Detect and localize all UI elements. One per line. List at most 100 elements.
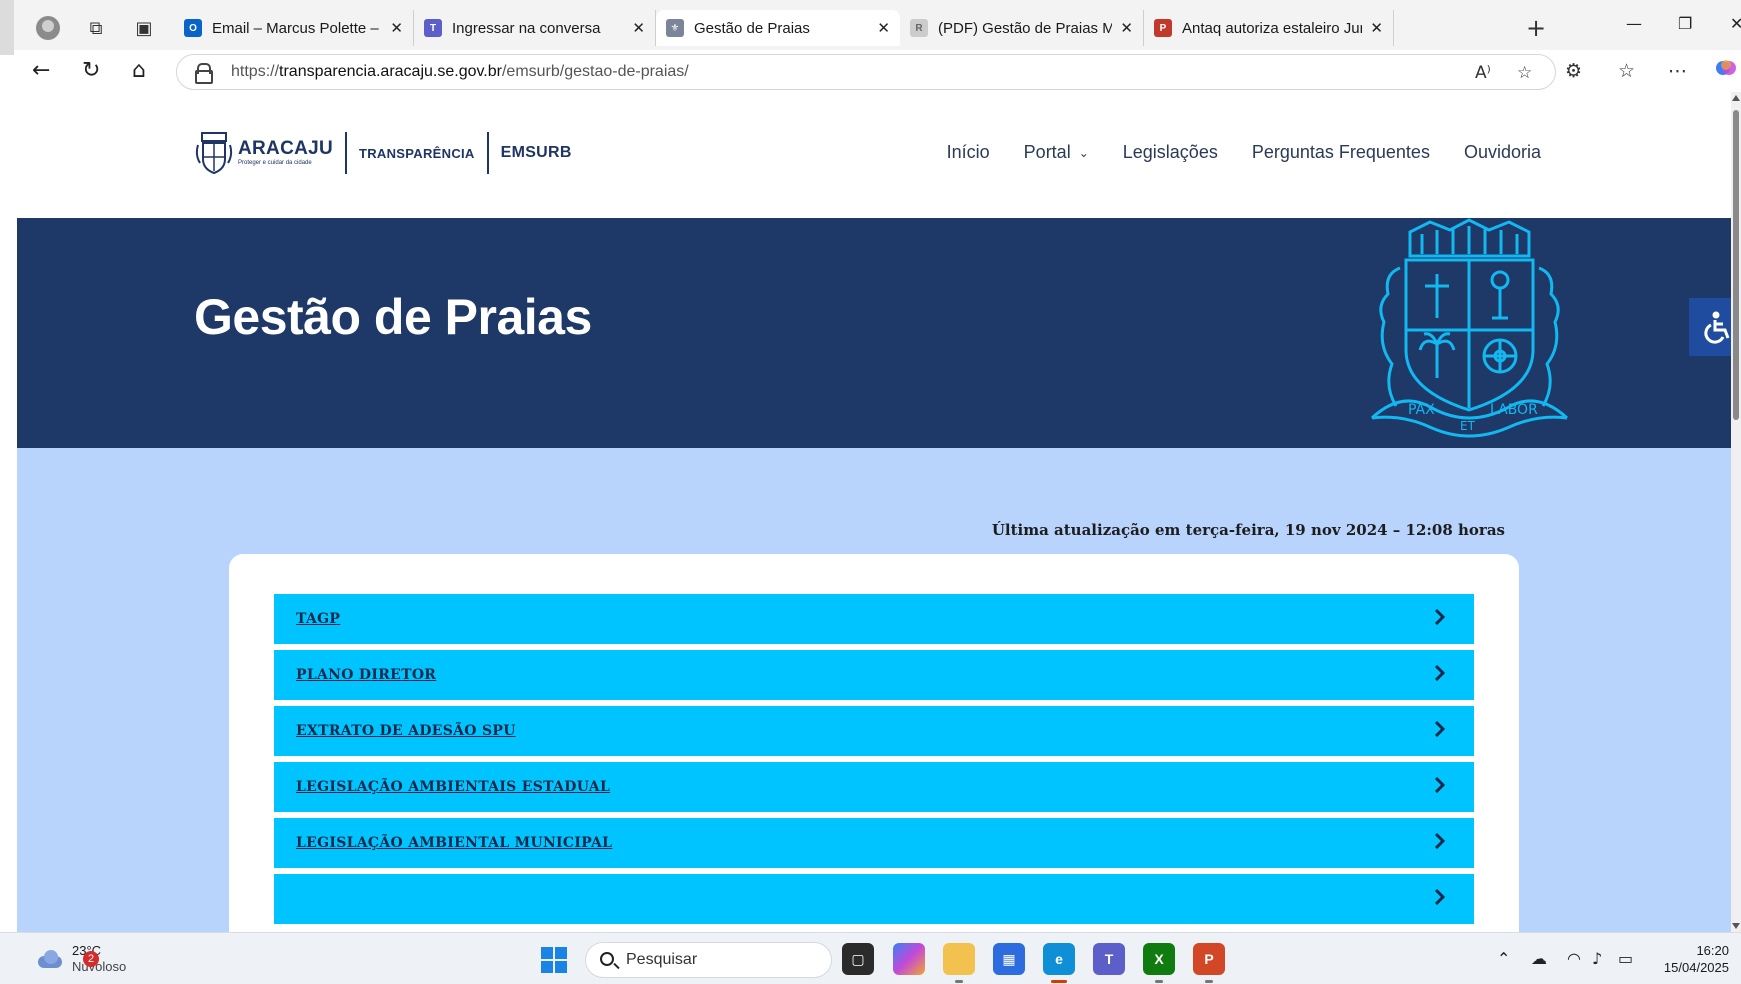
chevron-down-icon: ⌄ [1078,145,1089,160]
page-viewport: ARACAJU Proteger e cuidar da cidade TRAN… [17,92,1731,932]
tab-title: Gestão de Praias [694,19,810,37]
tray-chevron-up-icon[interactable]: ⌃ [1497,949,1510,968]
weather-text: 23°C Nuvoloso [72,943,126,975]
tab-title: Email – Marcus Polette – Outlook [212,19,382,37]
xbox-icon[interactable]: X [1143,943,1175,983]
onedrive-icon[interactable]: ☁ [1531,949,1547,968]
menu-label: Início [946,142,990,162]
address-bar-row: ← ↻ ⌂ https://transparencia.aracaju.se.g… [14,50,1741,92]
favorites-icon[interactable]: ☆ [1618,60,1635,82]
task-view-icon[interactable]: ▢ [842,943,874,975]
close-tab-icon[interactable]: ✕ [1370,19,1383,37]
accordion-item-legislacao-estadual[interactable]: LEGISLAÇÃO AMBIENTAIS ESTADUAL [274,762,1474,812]
close-tab-icon[interactable]: ✕ [390,19,403,37]
edge-icon[interactable]: e [1043,943,1075,983]
accordion-item-tagp[interactable]: TAGP [274,594,1474,644]
url-path: /emsurb/gestao-de-praias/ [501,63,689,80]
brand-tagline: Proteger e cuidar da cidade [238,160,312,166]
accordion-label: TAGP [296,611,341,627]
researchgate-icon: R [910,19,928,37]
menu-label: Ouvidoria [1463,142,1541,162]
last-updated-text: Última atualização em terça-feira, 19 no… [991,521,1505,539]
accordion-item-legislacao-municipal[interactable]: LEGISLAÇÃO AMBIENTAL MUNICIPAL [274,818,1474,868]
copilot-icon[interactable] [1714,56,1738,85]
lock-icon[interactable] [195,63,213,84]
teams-app-icon[interactable]: T [1093,943,1125,975]
close-tab-icon[interactable]: ✕ [877,19,890,37]
logo-divider [486,132,489,174]
tab-gestao-de-praias[interactable]: ⚜ Gestão de Praias ✕ [656,10,900,46]
notification-badge: 2 [83,951,99,967]
page-scrollbar[interactable] [1731,92,1741,932]
powerpoint-icon[interactable]: P [1193,943,1225,983]
vertical-tabs-icon[interactable]: ▣ [120,12,168,44]
start-button[interactable] [541,947,567,973]
scroll-down-icon[interactable] [1732,923,1740,929]
accessibility-button[interactable] [1689,298,1731,356]
read-aloud-icon[interactable]: A⁾ [1475,63,1491,83]
tab-pdf[interactable]: R (PDF) Gestão de Praias Marítimas ✕ [900,10,1144,46]
clock-date: 15/04/2025 [1663,960,1729,975]
brand-name: ARACAJU [238,138,333,159]
copilot-app-icon[interactable] [893,943,925,975]
wifi-icon[interactable]: ◠ [1567,949,1581,968]
favorite-star-icon[interactable]: ☆ [1517,63,1532,83]
scrollbar-thumb[interactable] [1733,110,1739,420]
browser-tab-bar: ⧉ ▣ O Email – Marcus Polette – Outlook ✕… [0,0,1741,55]
tab-outlook[interactable]: O Email – Marcus Polette – Outlook ✕ [174,10,414,46]
scroll-up-icon[interactable] [1732,95,1740,101]
system-clock[interactable]: 16:20 15/04/2025 [1664,942,1729,976]
refresh-icon[interactable]: ↻ [82,58,100,83]
workspaces-icon[interactable]: ⧉ [72,12,120,44]
menu-item-ouvidoria[interactable]: Ouvidoria [1464,142,1541,163]
more-icon[interactable]: ⋯ [1668,60,1687,82]
tab-antaq[interactable]: P Antaq autoriza estaleiro Jurong A ✕ [1144,10,1394,46]
address-input[interactable]: https://transparencia.aracaju.se.gov.br/… [176,54,1556,90]
taskbar-search[interactable]: Pesquisar [585,942,832,978]
back-icon[interactable]: ← [32,58,50,83]
menu-label: Perguntas Frequentes [1251,142,1430,162]
aracaju-crest-icon: ⚜ [666,19,684,37]
volume-icon[interactable]: ♪ [1592,949,1602,968]
menu-item-legislacoes[interactable]: Legislações [1123,142,1218,163]
profile-button[interactable] [24,12,72,44]
weather-condition: Nuvoloso [72,959,127,974]
extensions-icon[interactable]: ⚙ [1565,60,1582,82]
tab-bar-left-controls: ⧉ ▣ [24,12,168,44]
home-icon[interactable]: ⌂ [132,58,146,83]
store-icon[interactable]: ▦ [993,943,1025,975]
restore-icon[interactable]: ❐ [1678,14,1692,33]
new-tab-icon[interactable]: + [1526,14,1546,42]
close-window-icon[interactable]: ✕ [1730,14,1741,33]
menu-item-portal[interactable]: Portal ⌄ [1024,142,1089,163]
accordion-label: LEGISLAÇÃO AMBIENTAL MUNICIPAL [296,835,613,851]
minimize-icon[interactable]: — [1626,14,1642,33]
logo-divider [345,132,347,174]
site-logo[interactable]: ARACAJU Proteger e cuidar da cidade TRAN… [194,130,572,176]
cloud-icon [36,950,64,968]
accordion-label: EXTRATO DE ADESÃO SPU [296,723,516,739]
battery-icon[interactable]: ▭ [1618,949,1633,968]
chevron-right-icon [1434,776,1446,794]
file-explorer-icon[interactable] [943,943,975,983]
url-host: transparencia.aracaju.se.gov.br [279,63,502,80]
accordion-item-partial[interactable] [274,874,1474,924]
menu-label: Legislações [1122,142,1218,162]
menu-item-inicio[interactable]: Início [947,142,990,163]
close-tab-icon[interactable]: ✕ [632,19,645,37]
motto-et: ET [1460,419,1476,433]
tab-title: (PDF) Gestão de Praias Marítimas [938,19,1112,37]
close-tab-icon[interactable]: ✕ [1120,19,1133,37]
tab-teams[interactable]: T Ingressar na conversa ✕ [414,10,656,46]
clock-time: 16:20 [1696,943,1729,958]
menu-item-perguntas-frequentes[interactable]: Perguntas Frequentes [1252,142,1430,163]
coat-of-arms-icon: PAX ET LABOR [1370,218,1569,438]
accordion-item-plano-diretor[interactable]: PLANO DIRETOR [274,650,1474,700]
motto-pax: PAX [1408,402,1435,418]
weather-widget[interactable]: 2 23°C Nuvoloso [36,943,126,975]
accordion-label: PLANO DIRETOR [296,667,437,683]
windows-taskbar: 2 23°C Nuvoloso Pesquisar ▢ ▦ e T X P ⌃ … [0,932,1741,984]
tab-strip: O Email – Marcus Polette – Outlook ✕ T I… [174,10,1394,46]
url-text: https://transparencia.aracaju.se.gov.br/… [231,63,689,81]
accordion-item-extrato-spu[interactable]: EXTRATO DE ADESÃO SPU [274,706,1474,756]
